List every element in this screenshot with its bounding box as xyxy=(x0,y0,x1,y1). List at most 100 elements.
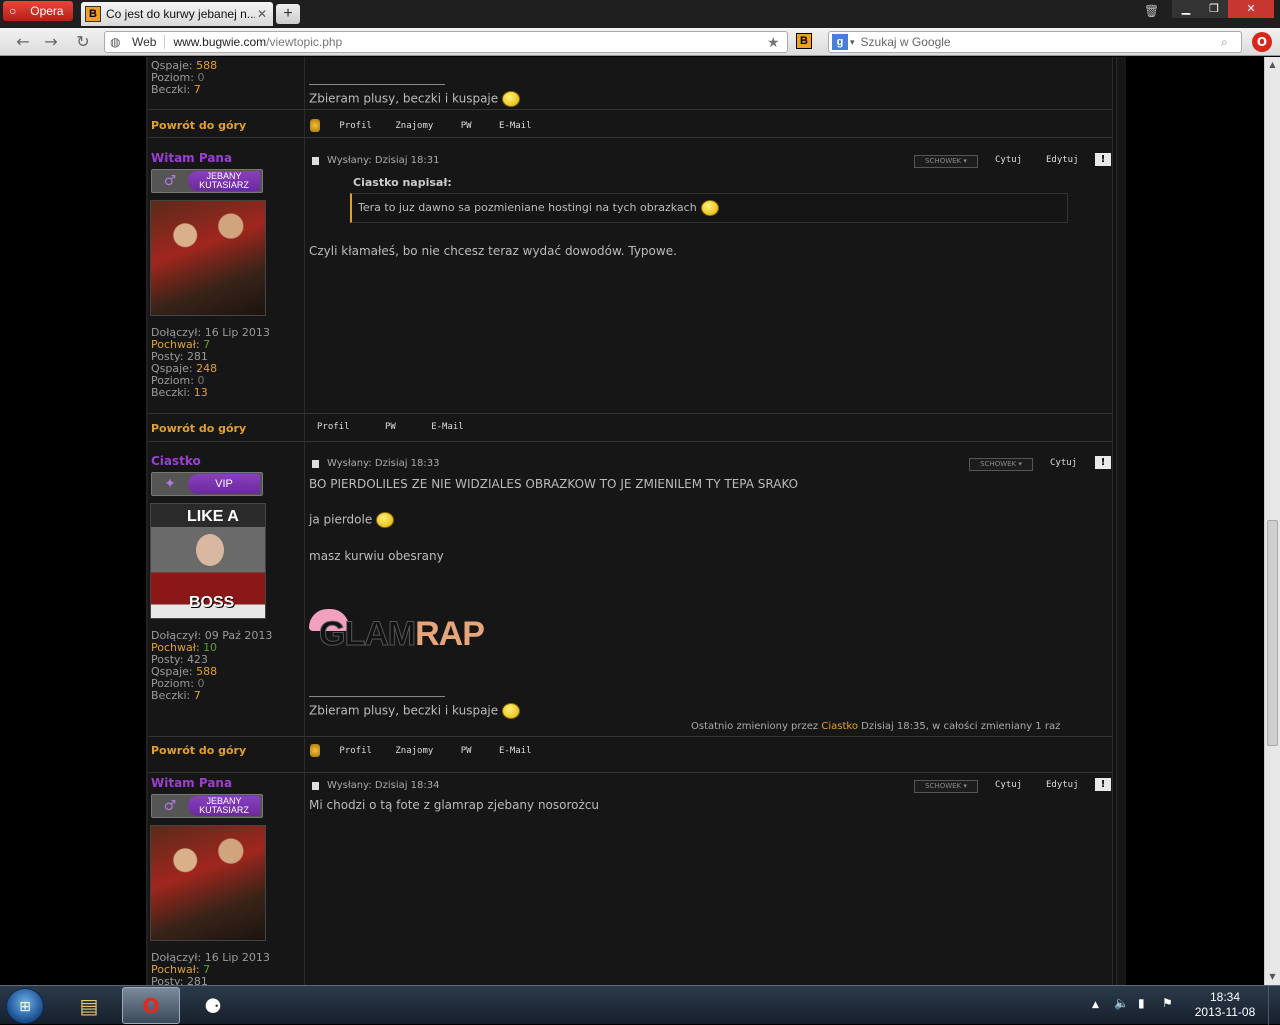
rank-badge: ♂ JEBANY KUTASIARZ xyxy=(151,794,263,818)
pm-link[interactable]: PW xyxy=(461,121,472,131)
quote-button[interactable]: Cytuj xyxy=(1050,458,1077,468)
post-date: Wysłany: Dzisiaj 18:33 xyxy=(327,458,440,469)
reload-icon[interactable]: ↻ xyxy=(72,32,94,52)
extension-button[interactable]: B xyxy=(796,33,812,49)
explorer-taskbar-icon[interactable]: ▤ xyxy=(60,987,118,1024)
forward-icon[interactable]: → xyxy=(40,32,62,52)
email-link[interactable]: E-Mail xyxy=(431,422,464,432)
glamrap-image[interactable]: GLAMRAP xyxy=(309,609,545,659)
clipboard-dropdown[interactable]: SCHOWEK ▾ xyxy=(914,155,978,168)
scroll-up-icon[interactable]: ▲ xyxy=(1265,57,1280,73)
report-button[interactable]: ! xyxy=(1095,153,1111,166)
post-date: Wysłany: Dzisiaj 18:34 xyxy=(327,780,440,791)
forum-topic: Qspaje: 588 Poziom: 0 Beczki: 7 Zbieram … xyxy=(146,57,1126,985)
post-footer-links: Profil PW E-Mail xyxy=(317,422,464,432)
post-body: Czyli kłamałeś, bo nie chcesz teraz wyda… xyxy=(309,244,677,258)
scrollbar-thumb[interactable] xyxy=(1267,520,1278,746)
rank-badge: ✦ VIP xyxy=(151,472,263,496)
start-button[interactable]: ⊞ xyxy=(6,988,44,1024)
back-icon[interactable]: ← xyxy=(12,32,34,52)
post-body: Mi chodzi o tą fote z glamrap zjebany no… xyxy=(309,798,599,812)
coin-icon[interactable] xyxy=(310,119,320,132)
avatar[interactable] xyxy=(150,825,266,941)
friend-link[interactable]: Znajomy xyxy=(395,121,433,131)
foobar-taskbar-icon[interactable]: ⚈ xyxy=(184,987,242,1024)
opera-taskbar-icon[interactable]: O xyxy=(122,987,180,1024)
smiley-icon xyxy=(376,512,395,528)
post-author[interactable]: Witam Pana xyxy=(151,151,232,165)
bookmark-star-icon[interactable]: ★ xyxy=(767,34,787,51)
chevron-down-icon[interactable]: ▾ xyxy=(850,37,855,48)
back-to-top-link[interactable]: Powrót do góry xyxy=(151,422,246,435)
avatar-caption-bottom: BOSS xyxy=(189,594,235,611)
quote-block: Tera to juz dawno sa pozmieniane hosting… xyxy=(350,193,1068,223)
post-footer-links: Profil Znajomy PW E-Mail xyxy=(310,744,532,757)
edited-by-user[interactable]: Ciastko xyxy=(821,721,858,732)
email-link[interactable]: E-Mail xyxy=(499,121,532,131)
back-to-top-link[interactable]: Powrót do góry xyxy=(151,119,246,132)
coin-icon[interactable] xyxy=(310,744,320,757)
report-button[interactable]: ! xyxy=(1095,456,1111,469)
post-icon xyxy=(312,782,319,790)
signature-divider xyxy=(309,84,445,85)
quote-button[interactable]: Cytuj xyxy=(995,155,1022,165)
star-icon: ✦ xyxy=(164,476,176,492)
post-footer-links: Profil Znajomy PW E-Mail xyxy=(310,119,532,132)
quote-button[interactable]: Cytuj xyxy=(995,780,1022,790)
profile-link[interactable]: Profil xyxy=(317,422,350,432)
address-bar[interactable]: ◍ Web www.bugwie.com/viewtopic.php ★ xyxy=(104,31,788,53)
google-icon[interactable]: g xyxy=(832,34,848,50)
smiley-icon xyxy=(502,703,521,719)
windows-taskbar: ⊞ ▤ O ⚈ ▲ 🔈 ▮ ⚑ 18:34 2013-11-08 xyxy=(0,985,1280,1025)
tab-active[interactable]: B Co jest do kurwy jebanej n... ✕ xyxy=(81,2,273,26)
edit-button[interactable]: Edytuj xyxy=(1046,155,1079,165)
avatar[interactable]: LIKE A BOSS xyxy=(150,503,266,619)
smiley-icon xyxy=(502,91,521,107)
edit-button[interactable]: Edytuj xyxy=(1046,780,1079,790)
page-viewport: Qspaje: 588 Poziom: 0 Beczki: 7 Zbieram … xyxy=(0,57,1264,985)
clipboard-dropdown[interactable]: SCHOWEK ▾ xyxy=(914,780,978,793)
friend-link[interactable]: Znajomy xyxy=(395,746,433,756)
volume-icon[interactable]: 🔈 xyxy=(1114,996,1129,1010)
post-author[interactable]: Witam Pana xyxy=(151,776,232,790)
clipboard-dropdown[interactable]: SCHOWEK ▾ xyxy=(969,458,1033,471)
post-author[interactable]: Ciastko xyxy=(151,454,201,468)
search-icon[interactable]: ⌕ xyxy=(1221,35,1241,50)
tray-expand-icon[interactable]: ▲ xyxy=(1092,1000,1099,1010)
search-box[interactable]: g ▾ Szukaj w Google ⌕ xyxy=(828,31,1242,53)
minimize-button[interactable]: ▁ xyxy=(1172,0,1200,18)
smiley-icon xyxy=(700,200,719,216)
quote-author: Ciastko napisał: xyxy=(353,176,452,189)
maximize-button[interactable]: ❐ xyxy=(1200,0,1228,18)
avatar-caption-top: LIKE A xyxy=(187,508,239,525)
clock-time: 18:34 xyxy=(1209,990,1241,1004)
system-clock[interactable]: 18:34 2013-11-08 xyxy=(1190,990,1260,1020)
globe-icon: ◍ xyxy=(110,35,121,49)
page-scrollbar[interactable]: ▲ ▼ xyxy=(1264,57,1280,985)
report-button[interactable]: ! xyxy=(1095,778,1111,791)
back-to-top-link[interactable]: Powrót do góry xyxy=(151,744,246,757)
search-input[interactable]: Szukaj w Google xyxy=(861,35,1221,49)
close-window-button[interactable]: ✕ xyxy=(1228,0,1274,18)
show-desktop-button[interactable] xyxy=(1268,986,1280,1025)
opera-badge-icon[interactable]: O xyxy=(1252,32,1272,52)
browser-toolbar: ← → ↻ ◍ Web www.bugwie.com/viewtopic.php… xyxy=(0,28,1280,56)
profile-link[interactable]: Profil xyxy=(339,746,372,756)
tab-close-icon[interactable]: ✕ xyxy=(255,7,269,21)
email-link[interactable]: E-Mail xyxy=(499,746,532,756)
image-text-rap: RAP xyxy=(415,615,485,653)
pm-link[interactable]: PW xyxy=(461,746,472,756)
scroll-down-icon[interactable]: ▼ xyxy=(1265,969,1280,985)
opera-menu-button[interactable]: ○ Opera xyxy=(3,1,73,21)
post-body-line: ja pierdole xyxy=(309,512,395,528)
post-icon xyxy=(312,157,319,165)
post-date: Wysłany: Dzisiaj 18:31 xyxy=(327,155,440,166)
pm-link[interactable]: PW xyxy=(385,422,396,432)
trash-icon[interactable]: 🗑 xyxy=(1144,4,1159,18)
url-text[interactable]: www.bugwie.com/viewtopic.php xyxy=(173,35,767,49)
avatar[interactable] xyxy=(150,200,266,316)
action-center-flag-icon[interactable]: ⚑ xyxy=(1162,996,1173,1010)
profile-link[interactable]: Profil xyxy=(339,121,372,131)
new-tab-button[interactable]: + xyxy=(276,4,300,24)
network-icon[interactable]: ▮ xyxy=(1138,996,1145,1010)
